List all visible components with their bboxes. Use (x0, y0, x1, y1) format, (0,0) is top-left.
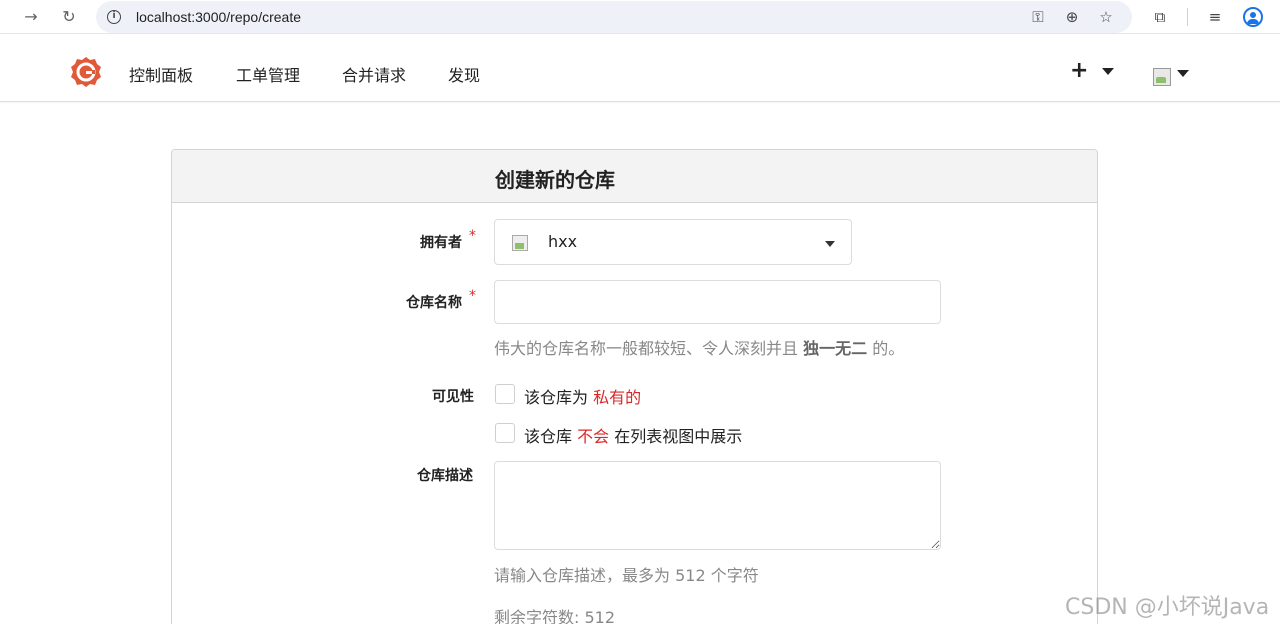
remaining-chars: 剩余字符数: 512 (494, 608, 616, 624)
gitea-logo-icon[interactable] (70, 56, 102, 88)
owner-avatar (512, 235, 528, 251)
unlisted-prefix: 该仓库 (524, 427, 573, 446)
chevron-down-icon (825, 241, 835, 247)
owner-select[interactable]: hxx (494, 219, 852, 265)
description-textarea[interactable] (494, 461, 941, 550)
owner-value: hxx (548, 232, 578, 251)
reading-list-icon[interactable]: ≡ (1204, 6, 1226, 28)
owner-label: 拥有者 (420, 235, 462, 251)
repo-name-help: 伟大的仓库名称一般都较短、令人深刻并且 独一无二 的。 (494, 335, 904, 359)
user-dropdown-caret-icon[interactable] (1177, 70, 1189, 77)
nav-dashboard[interactable]: 控制面板 (129, 62, 193, 86)
page-title: 创建新的仓库 (495, 168, 615, 192)
nav-pull-requests[interactable]: 合并请求 (342, 62, 406, 86)
description-help: 请输入仓库描述，最多为 512 个字符 (494, 566, 759, 585)
repo-name-label: 仓库名称 (406, 295, 462, 311)
unlisted-highlight: 不会 (577, 427, 610, 446)
browser-toolbar: → ↻ i localhost:3000/repo/create ⚿ ⊕ ☆ ⧉… (0, 0, 1280, 34)
private-checkbox-label[interactable]: 该仓库为 私有的 (524, 384, 641, 408)
site-info-icon[interactable]: i (107, 10, 121, 24)
private-prefix: 该仓库为 (524, 388, 589, 407)
create-plus-icon[interactable]: + (1070, 58, 1088, 83)
url-text[interactable]: localhost:3000/repo/create (136, 9, 301, 25)
zoom-icon[interactable]: ⊕ (1062, 7, 1082, 27)
key-icon[interactable]: ⚿ (1028, 7, 1048, 27)
repo-name-input[interactable] (494, 280, 941, 324)
private-highlight: 私有的 (593, 388, 642, 407)
repo-name-help-bold: 独一无二 (803, 339, 868, 358)
private-checkbox[interactable] (495, 384, 515, 404)
visibility-label: 可见性 (432, 389, 474, 405)
address-bar[interactable]: i localhost:3000/repo/create ⚿ ⊕ ☆ (96, 1, 1132, 33)
description-label: 仓库描述 (417, 468, 473, 484)
watermark-text: CSDN @小坏说Java (1065, 595, 1270, 620)
extensions-icon[interactable]: ⧉ (1149, 6, 1171, 28)
create-dropdown-caret-icon[interactable] (1102, 68, 1114, 75)
profile-icon[interactable] (1243, 7, 1263, 27)
repo-name-required-mark: * (469, 288, 476, 304)
unlisted-checkbox[interactable] (495, 423, 515, 443)
owner-required-mark: * (469, 228, 476, 244)
repo-name-help-suffix: 的。 (872, 339, 905, 358)
toolbar-divider (1187, 8, 1188, 26)
form-header: 创建新的仓库 (172, 150, 1097, 203)
nav-issues[interactable]: 工单管理 (236, 62, 300, 86)
unlisted-suffix: 在列表视图中展示 (614, 427, 743, 446)
reload-icon[interactable]: ↻ (58, 6, 80, 28)
unlisted-checkbox-label[interactable]: 该仓库 不会 在列表视图中展示 (524, 423, 742, 447)
user-avatar[interactable] (1153, 68, 1171, 86)
nav-explore[interactable]: 发现 (448, 62, 480, 86)
repo-name-help-prefix: 伟大的仓库名称一般都较短、令人深刻并且 (494, 339, 799, 358)
bookmark-star-icon[interactable]: ☆ (1096, 7, 1116, 27)
site-header: 控制面板 工单管理 合并请求 发现 + (0, 42, 1280, 102)
forward-icon[interactable]: → (20, 6, 42, 28)
